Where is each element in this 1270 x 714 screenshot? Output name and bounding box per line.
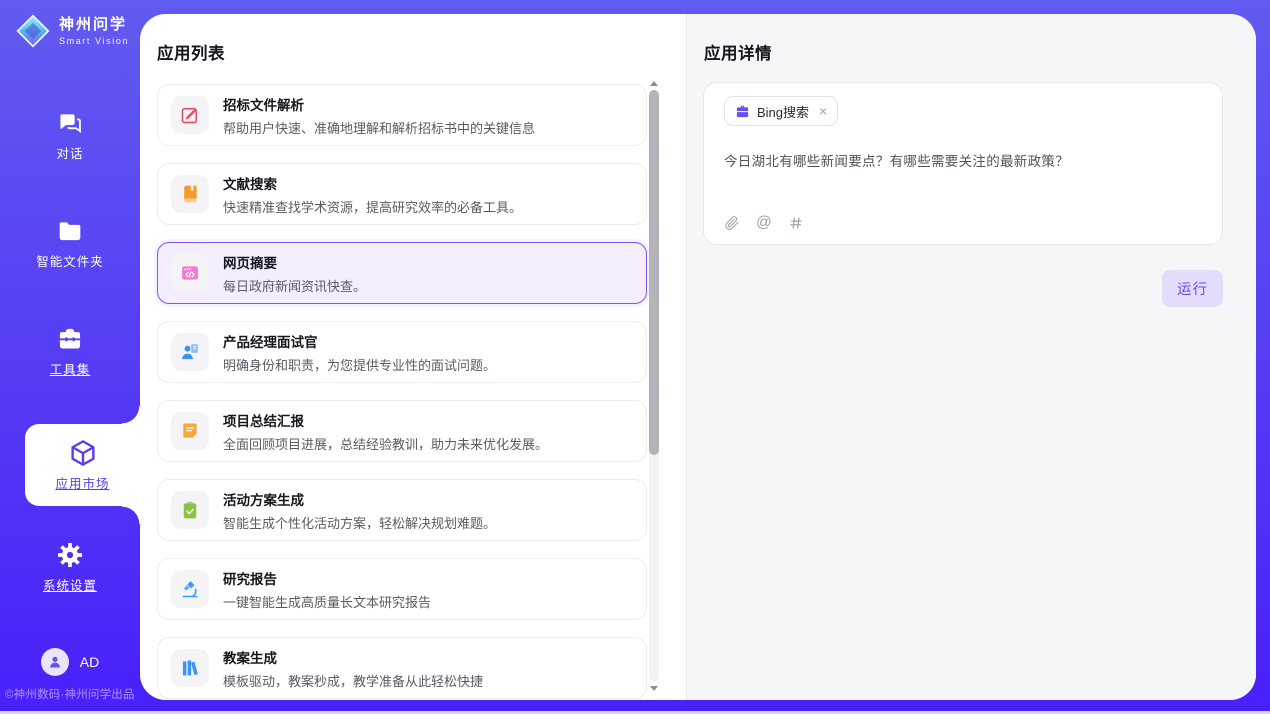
copyright-text: ©神州数码·神州问学出品 (0, 686, 140, 702)
app-card[interactable]: 教案生成模板驱动，教案秒成，教学准备从此轻松快捷 (157, 637, 647, 699)
app-card-description: 全面回顾项目进展，总结经验教训，助力未来优化发展。 (223, 434, 548, 453)
books-icon (171, 649, 209, 687)
avatar[interactable] (41, 648, 69, 676)
app-card-text: 活动方案生成智能生成个性化活动方案，轻松解决规划难题。 (223, 489, 496, 532)
app-card-title: 研究报告 (223, 568, 431, 588)
toolbox-icon (57, 326, 83, 352)
tool-tag-bing-search[interactable]: Bing搜索 × (724, 96, 838, 126)
app-card[interactable]: 研究报告一键智能生成高质量长文本研究报告 (157, 558, 647, 620)
app-card[interactable]: 文献搜索快速精准查找学术资源，提高研究效率的必备工具。 (157, 163, 647, 225)
attachment-toolbar: @ (724, 215, 804, 231)
app-card-description: 模板驱动，教案秒成，教学准备从此轻松快捷 (223, 671, 483, 690)
cube-icon (68, 438, 98, 468)
app-card-text: 项目总结汇报全面回顾项目进展，总结经验教训，助力未来优化发展。 (223, 410, 548, 453)
folder-icon (57, 218, 83, 244)
tag-close-icon[interactable]: × (819, 104, 827, 118)
sidebar: 神州问学 Smart Vision 对话智能文件夹工具集应用市场系统设置 AD … (0, 0, 140, 711)
app-card[interactable]: 网页摘要每日政府新闻资讯快查。 (157, 242, 647, 304)
scrollbar-up-arrow-icon[interactable] (650, 81, 658, 86)
prompt-card: Bing搜索 × 今日湖北有哪些新闻要点？有哪些需要关注的最新政策？ @ (703, 82, 1223, 245)
app-card-description: 明确身份和职责，为您提供专业性的面试问题。 (223, 355, 496, 374)
app-card-title: 项目总结汇报 (223, 410, 548, 430)
book-icon (171, 175, 209, 213)
sidebar-item-settings[interactable]: 系统设置 (0, 542, 140, 594)
app-card-text: 招标文件解析帮助用户快速、准确地理解和解析招标书中的关键信息 (223, 94, 535, 137)
interviewer-icon (171, 333, 209, 371)
mention-icon[interactable]: @ (756, 215, 772, 231)
app-card-text: 网页摘要每日政府新闻资讯快查。 (223, 252, 366, 295)
user-label: AD (80, 654, 99, 670)
research-icon (171, 570, 209, 608)
tool-tag-label: Bing搜索 (757, 102, 809, 121)
prompt-input[interactable]: 今日湖北有哪些新闻要点？有哪些需要关注的最新政策？ (724, 150, 1202, 170)
app-card-title: 招标文件解析 (223, 94, 535, 114)
app-detail-title: 应用详情 (704, 40, 772, 64)
sidebar-item-toolbox[interactable]: 工具集 (0, 326, 140, 378)
sidebar-item-label: 对话 (56, 143, 83, 162)
scrollbar-down-arrow-icon[interactable] (650, 686, 658, 691)
app-card-description: 智能生成个性化活动方案，轻松解决规划难题。 (223, 513, 496, 532)
app-list-title: 应用列表 (157, 40, 225, 64)
chat-icon (57, 110, 83, 136)
sidebar-item-label: 系统设置 (43, 575, 97, 594)
app-card[interactable]: 产品经理面试官明确身份和职责，为您提供专业性的面试问题。 (157, 321, 647, 383)
main-content: 应用列表 招标文件解析帮助用户快速、准确地理解和解析招标书中的关键信息文献搜索快… (140, 14, 1256, 700)
webpage-icon (171, 254, 209, 292)
app-card-description: 快速精准查找学术资源，提高研究效率的必备工具。 (223, 197, 522, 216)
memo-icon (171, 412, 209, 450)
briefcase-icon (735, 104, 750, 119)
app-card-text: 文献搜索快速精准查找学术资源，提高研究效率的必备工具。 (223, 173, 522, 216)
clipboard-check-icon (171, 491, 209, 529)
hash-icon[interactable] (788, 215, 804, 231)
app-card-text: 教案生成模板驱动，教案秒成，教学准备从此轻松快捷 (223, 647, 483, 690)
gear-icon (57, 542, 83, 568)
sidebar-item-smart-folder[interactable]: 智能文件夹 (0, 218, 140, 270)
app-card[interactable]: 招标文件解析帮助用户快速、准确地理解和解析招标书中的关键信息 (157, 84, 647, 146)
app-card-text: 研究报告一键智能生成高质量长文本研究报告 (223, 568, 431, 611)
app-list-panel: 应用列表 招标文件解析帮助用户快速、准确地理解和解析招标书中的关键信息文献搜索快… (140, 14, 686, 700)
app-card-list: 招标文件解析帮助用户快速、准确地理解和解析招标书中的关键信息文献搜索快速精准查找… (157, 84, 647, 700)
sidebar-item-chat[interactable]: 对话 (0, 110, 140, 162)
sidebar-item-app-market[interactable]: 应用市场 (25, 424, 140, 506)
app-card-description: 帮助用户快速、准确地理解和解析招标书中的关键信息 (223, 118, 535, 137)
paperclip-icon[interactable] (724, 215, 740, 231)
run-button[interactable]: 运行 (1162, 270, 1223, 307)
app-detail-panel: 应用详情 Bing搜索 × 今日湖北有哪些新闻要点？有哪些需要关注的最新政策？ … (686, 14, 1256, 700)
user-row[interactable]: AD (0, 648, 140, 676)
app-card-title: 文献搜索 (223, 173, 522, 193)
app-card-description: 一键智能生成高质量长文本研究报告 (223, 592, 431, 611)
app-card-title: 活动方案生成 (223, 489, 496, 509)
app-card[interactable]: 活动方案生成智能生成个性化活动方案，轻松解决规划难题。 (157, 479, 647, 541)
app-card-title: 网页摘要 (223, 252, 366, 272)
sidebar-item-label: 智能文件夹 (36, 251, 104, 270)
scrollbar[interactable] (648, 80, 660, 692)
app-card-description: 每日政府新闻资讯快查。 (223, 276, 366, 295)
scrollbar-thumb[interactable] (649, 90, 659, 455)
app-card-title: 产品经理面试官 (223, 331, 496, 351)
person-icon (47, 654, 63, 670)
sidebar-item-label: 工具集 (50, 359, 91, 378)
sidebar-item-label: 应用市场 (55, 473, 109, 492)
edit-document-icon (171, 96, 209, 134)
sidebar-nav: 对话智能文件夹工具集应用市场系统设置 (0, 0, 140, 711)
app-card-text: 产品经理面试官明确身份和职责，为您提供专业性的面试问题。 (223, 331, 496, 374)
app-card-title: 教案生成 (223, 647, 483, 667)
app-card[interactable]: 项目总结汇报全面回顾项目进展，总结经验教训，助力未来优化发展。 (157, 400, 647, 462)
